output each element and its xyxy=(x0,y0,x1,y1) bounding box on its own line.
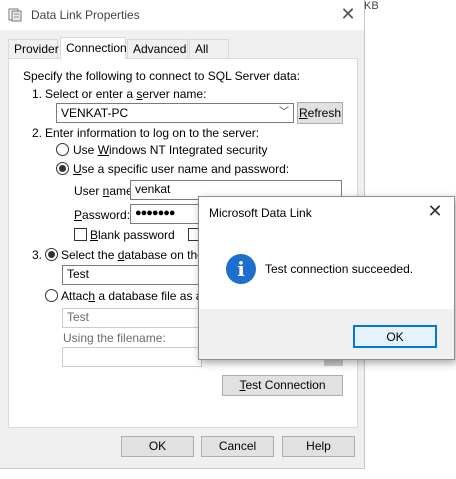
chevron-down-icon[interactable]: ﹀ xyxy=(279,104,289,122)
tab-advanced[interactable]: Advanced xyxy=(127,39,188,58)
window-title: Data Link Properties xyxy=(31,8,140,22)
attach-database-radio[interactable] xyxy=(45,289,58,302)
cancel-button[interactable]: Cancel xyxy=(201,436,274,457)
username-label: User name: xyxy=(74,184,137,198)
attach-database-value: Test xyxy=(67,310,90,324)
server-name-value: VENKAT-PC xyxy=(61,106,129,120)
title-bar: Data Link Properties ✕ xyxy=(0,0,364,30)
background-text: KB xyxy=(364,0,379,12)
close-icon[interactable]: ✕ xyxy=(338,3,358,25)
blank-password-label: Blank password xyxy=(90,228,175,242)
windows-auth-radio[interactable] xyxy=(56,143,69,156)
help-button[interactable]: Help xyxy=(282,436,355,457)
step1-label: Select or enter a server name: xyxy=(45,87,207,101)
step3-number: 3. xyxy=(32,248,43,262)
message-ok-button[interactable]: OK xyxy=(353,325,437,348)
close-icon[interactable]: ✕ xyxy=(423,200,447,222)
password-value: ●●●●●●● xyxy=(135,207,176,219)
database-value: Test xyxy=(67,267,90,281)
specific-user-label: Use a specific user name and password: xyxy=(73,162,290,176)
windows-auth-label: Use Windows NT Integrated security xyxy=(73,143,268,157)
step2-number: 2. xyxy=(32,126,43,140)
test-connection-button[interactable]: Test Connection xyxy=(222,375,343,396)
tab-provider[interactable]: Provider xyxy=(8,39,59,58)
filename-label: Using the filename: xyxy=(63,331,166,345)
username-value: venkat xyxy=(135,182,171,196)
blank-password-checkbox[interactable] xyxy=(74,228,87,241)
info-icon: i xyxy=(226,254,256,284)
message-box-footer: OK xyxy=(199,309,454,359)
message-box-title: Microsoft Data Link xyxy=(209,206,312,220)
password-input[interactable]: ●●●●●●● xyxy=(130,204,200,224)
tab-all[interactable]: All xyxy=(189,39,229,58)
database-combobox[interactable]: Test xyxy=(62,265,202,285)
ok-button[interactable]: OK xyxy=(121,436,194,457)
filename-input[interactable] xyxy=(62,347,202,367)
message-text: Test connection succeeded. xyxy=(265,262,414,276)
step2-label: Enter information to log on to the serve… xyxy=(45,126,260,140)
server-name-combobox[interactable]: VENKAT-PC ﹀ xyxy=(56,103,294,123)
password-label: Password: xyxy=(74,208,131,222)
select-database-radio[interactable] xyxy=(45,248,58,261)
step1-number: 1. xyxy=(32,87,43,101)
tab-connection[interactable]: Connection xyxy=(60,37,127,59)
intro-text: Specify the following to connect to SQL … xyxy=(23,69,301,83)
specific-user-radio[interactable] xyxy=(56,162,69,175)
attach-database-input[interactable]: Test xyxy=(62,308,202,328)
data-link-icon xyxy=(8,8,22,22)
refresh-button[interactable]: Refresh xyxy=(297,102,343,124)
message-box: Microsoft Data Link ✕ i Test connection … xyxy=(198,196,455,360)
